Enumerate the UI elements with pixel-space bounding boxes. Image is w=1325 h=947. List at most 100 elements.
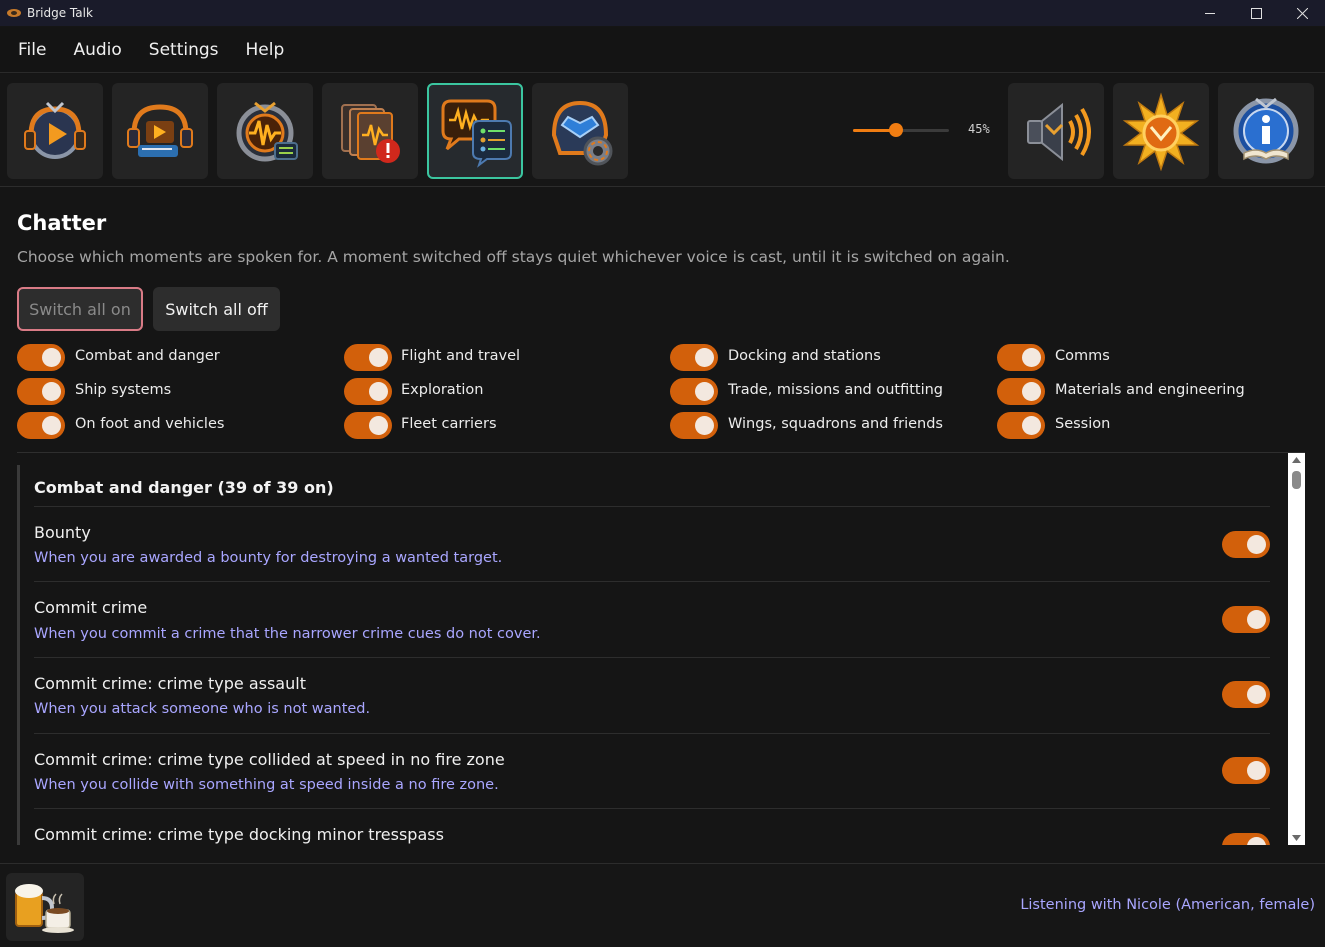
waveform-settings-button[interactable] bbox=[217, 83, 313, 179]
waveform-settings-icon bbox=[236, 101, 298, 162]
cue-toggle[interactable] bbox=[1222, 681, 1270, 708]
voice-play-icon bbox=[24, 101, 86, 159]
toggle-knob bbox=[1247, 535, 1266, 554]
cue-description: When you commit a crime that the narrowe… bbox=[34, 626, 541, 642]
cue-description: When you collide with something at speed… bbox=[34, 777, 499, 793]
cue-title: Bounty bbox=[34, 523, 91, 542]
scrollbar[interactable] bbox=[1288, 453, 1305, 845]
toggle-knob bbox=[369, 382, 388, 401]
minimize-icon bbox=[1204, 12, 1215, 14]
category-toggle[interactable] bbox=[670, 378, 718, 405]
cue-toggle[interactable] bbox=[1222, 531, 1270, 558]
sound-library-icon bbox=[127, 104, 193, 157]
support-button[interactable] bbox=[6, 873, 84, 941]
menu-file[interactable]: File bbox=[18, 40, 46, 60]
category-label: Flight and travel bbox=[401, 348, 521, 364]
cue-toggle[interactable] bbox=[1222, 833, 1270, 845]
category-label: Docking and stations bbox=[728, 348, 881, 364]
cue-toggle[interactable] bbox=[1222, 606, 1270, 633]
category-toggle[interactable] bbox=[344, 344, 392, 371]
menu-settings[interactable]: Settings bbox=[149, 40, 219, 60]
row-divider bbox=[34, 657, 1270, 658]
cue-description: When you attack someone who is not wante… bbox=[34, 701, 371, 717]
alert-cards-button[interactable] bbox=[322, 83, 418, 179]
category-label: On foot and vehicles bbox=[75, 416, 225, 432]
title-bar: Bridge Talk bbox=[0, 0, 1325, 26]
cue-toggle[interactable] bbox=[1222, 757, 1270, 784]
toolbar: 45% bbox=[0, 74, 1325, 187]
category-toggle[interactable] bbox=[344, 378, 392, 405]
category-toggle[interactable] bbox=[670, 412, 718, 439]
category-label: Session bbox=[1055, 416, 1111, 432]
cue-title: Commit crime: crime type collided at spe… bbox=[34, 750, 505, 769]
toggle-knob bbox=[42, 416, 61, 435]
beer-coffee-icon bbox=[15, 884, 74, 933]
toggle-knob bbox=[42, 382, 61, 401]
toggle-knob bbox=[695, 382, 714, 401]
page-title: Chatter bbox=[17, 211, 107, 235]
minimize-button[interactable] bbox=[1187, 0, 1233, 26]
volume-slider-thumb[interactable] bbox=[889, 123, 904, 137]
helmet-settings-button[interactable] bbox=[532, 83, 628, 179]
voice-play-button[interactable] bbox=[7, 83, 103, 179]
group-title: Combat and danger (39 of 39 on) bbox=[34, 478, 334, 497]
toggle-knob bbox=[1247, 837, 1266, 845]
maximize-button[interactable] bbox=[1233, 0, 1279, 26]
row-divider bbox=[34, 733, 1270, 734]
scrollbar-thumb[interactable] bbox=[1292, 471, 1301, 489]
chatter-icon bbox=[441, 99, 512, 168]
toggle-knob bbox=[1247, 761, 1266, 780]
category-label: Trade, missions and outfitting bbox=[728, 382, 943, 398]
sun-emblem-icon bbox=[1122, 92, 1200, 171]
toggle-knob bbox=[695, 348, 714, 367]
volume-slider[interactable] bbox=[853, 123, 949, 137]
menu-bar: File Audio Settings Help bbox=[0, 27, 1325, 73]
cue-title: Commit crime bbox=[34, 598, 148, 617]
sound-library-button[interactable] bbox=[112, 83, 208, 179]
switch-all-on-button[interactable]: Switch all on bbox=[17, 287, 143, 331]
toggle-knob bbox=[369, 416, 388, 435]
speaker-button[interactable] bbox=[1008, 83, 1104, 179]
app-logo-icon bbox=[7, 9, 21, 17]
category-label: Fleet carriers bbox=[401, 416, 497, 432]
alert-cards-icon bbox=[341, 104, 400, 163]
category-toggle[interactable] bbox=[344, 412, 392, 439]
voice-status: Listening with Nicole (American, female) bbox=[1020, 897, 1315, 913]
chatter-button[interactable] bbox=[427, 83, 523, 179]
category-toggle[interactable] bbox=[17, 378, 65, 405]
info-book-icon bbox=[1233, 97, 1299, 164]
category-label: Wings, squadrons and friends bbox=[728, 416, 943, 432]
category-label: Combat and danger bbox=[75, 348, 220, 364]
cue-list[interactable]: Combat and danger (39 of 39 on) Bounty W… bbox=[17, 453, 1305, 845]
window-title: Bridge Talk bbox=[27, 6, 93, 20]
category-toggle[interactable] bbox=[17, 412, 65, 439]
row-divider bbox=[34, 808, 1270, 809]
scroll-down-icon[interactable] bbox=[1291, 834, 1302, 842]
menu-audio[interactable]: Audio bbox=[73, 40, 121, 60]
category-toggle[interactable] bbox=[997, 344, 1045, 371]
sun-emblem-button[interactable] bbox=[1113, 83, 1209, 179]
row-divider bbox=[34, 581, 1270, 582]
toggle-knob bbox=[1247, 610, 1266, 629]
category-label: Exploration bbox=[401, 382, 484, 398]
helmet-settings-icon bbox=[551, 100, 613, 166]
category-label: Materials and engineering bbox=[1055, 382, 1245, 398]
category-label: Comms bbox=[1055, 348, 1110, 364]
category-toggle[interactable] bbox=[997, 412, 1045, 439]
category-toggle[interactable] bbox=[670, 344, 718, 371]
toggle-knob bbox=[1022, 382, 1041, 401]
maximize-icon bbox=[1250, 7, 1262, 19]
group-indent-bar bbox=[17, 465, 20, 845]
category-toggle[interactable] bbox=[997, 378, 1045, 405]
switch-all-off-button[interactable]: Switch all off bbox=[153, 287, 280, 331]
toggle-knob bbox=[1022, 348, 1041, 367]
toggle-knob bbox=[369, 348, 388, 367]
info-book-button[interactable] bbox=[1218, 83, 1314, 179]
page-description: Choose which moments are spoken for. A m… bbox=[17, 248, 1010, 266]
close-button[interactable] bbox=[1279, 0, 1325, 26]
scroll-up-icon[interactable] bbox=[1291, 456, 1302, 464]
menu-help[interactable]: Help bbox=[246, 40, 285, 60]
volume-label: 45% bbox=[968, 122, 990, 136]
category-toggle[interactable] bbox=[17, 344, 65, 371]
cue-title: Commit crime: crime type docking minor t… bbox=[34, 825, 444, 844]
